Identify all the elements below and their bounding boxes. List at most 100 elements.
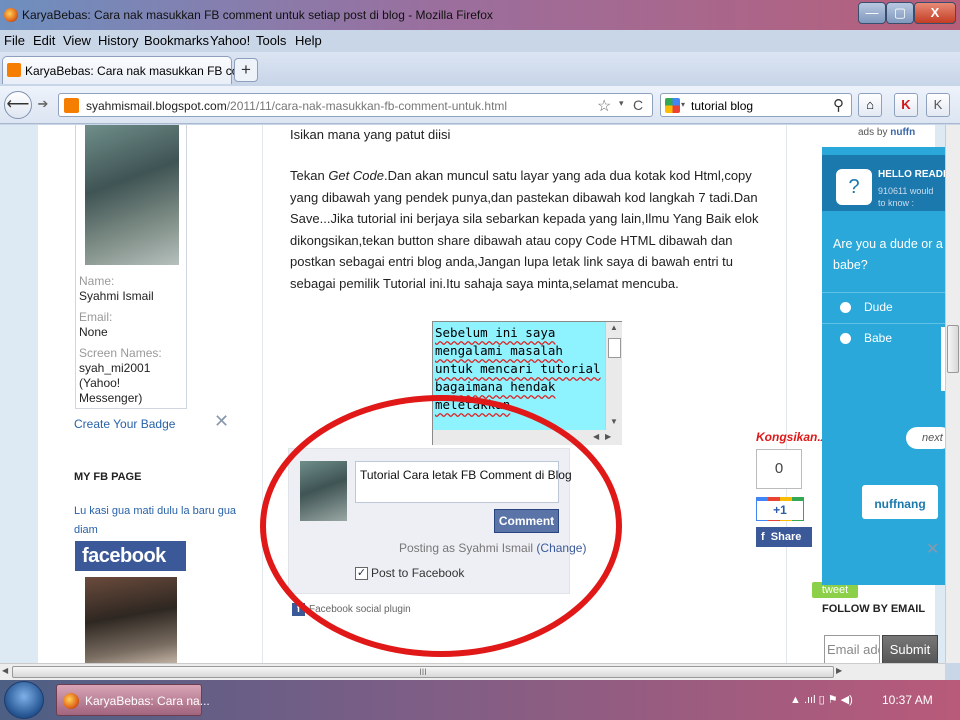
tools-icon[interactable]: ✕ [926,539,939,559]
url-domain: syahmismail.blogspot.com [86,99,227,113]
fb-page-link[interactable]: Lu kasi gua mati dulu la baru gua diam [74,502,244,540]
ad-sub-2: to know : [878,198,915,208]
fb-page-heading: MY FB PAGE [74,471,142,483]
menu-file[interactable]: File [4,33,25,48]
screen-names-label: Screen Names: [79,346,162,360]
system-tray-icons[interactable]: ▲ .ııl ▯ ⚑ ◀) [790,693,853,706]
email-value: None [79,325,108,339]
ads-by-label: ads by nuffn [858,127,915,138]
blogger-favicon-icon [7,63,21,77]
option-label: Dude [864,300,893,314]
menu-yahoo[interactable]: Yahoo! [210,33,250,48]
menu-view[interactable]: View [63,33,91,48]
taskbar-clock[interactable]: 10:37 AM [882,693,933,707]
scroll-left-icon[interactable]: ◀ [2,666,8,675]
radio-button[interactable] [840,302,851,313]
name-label: Name: [79,274,115,288]
windows-taskbar: KaryaBebas: Cara na... ▲ .ııl ▯ ⚑ ◀) 10:… [0,680,960,720]
bookmark-star-icon[interactable]: ☆ [597,96,611,116]
option-label: Babe [864,331,893,345]
para-prefix: Tekan [290,168,329,183]
create-badge-link[interactable]: Create Your Badge [74,417,175,431]
minimize-button[interactable]: — [858,2,886,24]
scroll-down-icon[interactable]: ▼ [610,417,618,426]
home-button[interactable]: ⌂ [858,93,882,117]
navigation-bar: ⟵ ➔ syahmismail.blogspot.com/2011/11/car… [0,86,960,124]
site-identity-icon[interactable] [64,98,79,113]
menu-history[interactable]: History [98,33,138,48]
reload-button[interactable]: C [633,97,643,113]
url-path: /2011/11/cara-nak-masukkan-fb-comment-un… [226,99,508,113]
url-bar[interactable]: syahmismail.blogspot.com/2011/11/cara-na… [58,93,653,117]
tab-label: KaryaBebas: Cara nak masukkan FB com... [25,64,259,78]
search-icon[interactable]: ⚲ [833,96,844,114]
fb-page-photo[interactable] [85,577,177,663]
tab-strip: KaryaBebas: Cara nak masukkan FB com... … [0,52,960,86]
tab-karyabebas[interactable]: KaryaBebas: Cara nak masukkan FB com... [2,56,258,84]
start-button[interactable] [4,681,44,719]
nuffnang-ad[interactable]: ? HELLO READE 910611 would to know : Are … [822,147,945,585]
page-vertical-scrollbar[interactable] [945,125,960,663]
code-vertical-scrollbar[interactable]: ▲ ▼ [605,322,622,430]
web-page-content[interactable]: Name: Syahmi Ismail Email: None Screen N… [0,125,945,663]
addon-k-red-icon[interactable]: K [894,93,918,117]
facebook-f-icon: f [761,531,765,543]
search-bar[interactable]: ▾ tutorial blog ⚲ [660,93,852,117]
screen-name-value: syah_mi2001 [79,361,151,375]
menu-tools[interactable]: Tools [256,33,286,48]
addon-k-gray-icon[interactable]: K [926,93,950,117]
scroll-right-icon[interactable]: ▶ [605,432,611,441]
kongsikan-label: Kongsikan.X [756,430,829,444]
new-tab-button[interactable]: + [234,58,258,82]
ad-hello: HELLO READE [878,169,945,180]
google-search-engine-icon[interactable] [665,98,680,113]
email-label: Email: [79,310,113,324]
window-title-bar[interactable]: KaryaBebas: Cara nak masukkan FB comment… [0,0,960,30]
poll-option-dude[interactable]: Dude [822,292,945,322]
tools-icon[interactable]: ✕ [214,411,229,432]
red-highlight-ellipse [260,395,622,657]
back-button[interactable]: ⟵ [4,91,32,119]
close-window-button[interactable]: X [914,2,956,24]
nuffnang-logo[interactable]: nuffnang [862,485,938,519]
google-plusone-button[interactable]: +1 [756,497,804,521]
ad-sub-1: 910611 would [878,186,934,196]
radio-button[interactable] [840,333,851,344]
forward-button[interactable]: ➔ [34,96,52,114]
taskbar-firefox-window[interactable]: KaryaBebas: Cara na... [56,684,210,716]
menu-edit[interactable]: Edit [33,33,55,48]
page-hscroll-thumb[interactable]: III [12,666,834,678]
maximize-button[interactable]: ▢ [886,2,914,24]
menu-bookmarks[interactable]: Bookmarks [144,33,209,48]
search-engine-dropdown-icon[interactable]: ▾ [681,100,685,109]
ads-by-prefix: ads by [858,127,891,138]
poll-question: Are you a dude or a babe? [833,237,943,272]
page-scroll-thumb[interactable] [947,325,959,373]
url-text: syahmismail.blogspot.com/2011/11/cara-na… [86,99,507,113]
ad-sub: 910611 would to know : [878,185,933,209]
email-input[interactable]: Email address... [824,635,880,663]
firefox-icon [63,693,79,709]
article-paragraph: Tekan Get Code.Dan akan muncul satu laya… [290,165,768,294]
scroll-left-icon[interactable]: ◀ [593,432,599,441]
profile-avatar [85,125,179,265]
menu-help[interactable]: Help [295,33,322,48]
page-horizontal-scrollbar[interactable]: ◀ III ▶ [0,663,945,680]
submit-button[interactable]: Submit [882,635,938,663]
search-input[interactable]: tutorial blog [691,99,753,113]
facebook-logo[interactable]: facebook [75,541,186,571]
column-divider [786,125,787,663]
facebook-share-button[interactable]: f Share [756,527,812,547]
poll-next-button[interactable]: next [906,427,945,449]
para-body: .Dan akan muncul satu layar yang ada dua… [290,168,759,291]
column-divider [262,125,263,663]
scroll-up-icon[interactable]: ▲ [610,323,618,332]
page-left-margin [0,125,38,663]
scroll-thumb[interactable] [608,338,621,358]
taskbar-item-label: KaryaBebas: Cara na... [85,694,210,708]
window-title: KaryaBebas: Cara nak masukkan FB comment… [22,8,493,22]
url-history-dropdown-icon[interactable]: ▾ [619,98,624,109]
poll-option-babe[interactable]: Babe [822,323,945,353]
scroll-right-icon[interactable]: ▶ [836,666,842,675]
share-label: Share [770,531,802,543]
